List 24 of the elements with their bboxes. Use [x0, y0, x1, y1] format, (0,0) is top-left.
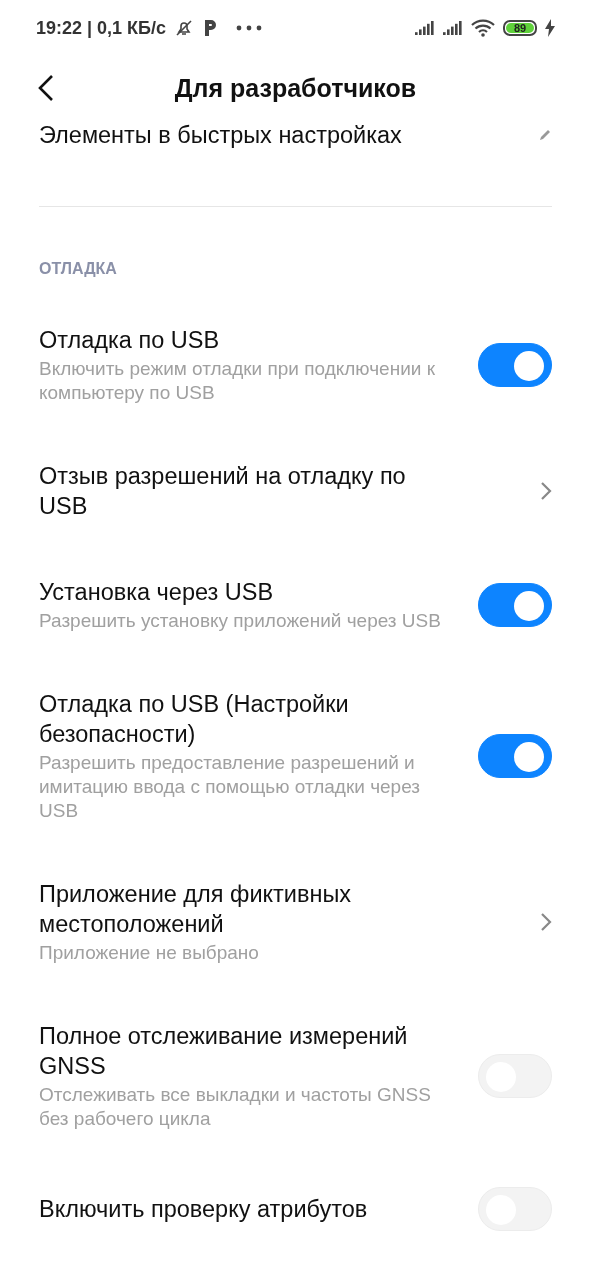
page-title: Для разработчиков — [173, 73, 418, 103]
settings-row[interactable]: Включить проверку атрибутов — [0, 1159, 591, 1259]
chevron-right-icon — [540, 912, 552, 932]
toggle-switch[interactable] — [478, 734, 552, 778]
settings-row[interactable]: Установка через USB Разрешить установку приложений через USB — [0, 549, 591, 661]
app-icon — [202, 18, 219, 38]
chevron-right-icon — [540, 481, 552, 501]
settings-row[interactable]: Приложение для фиктивных местоположений Приложение не выбрано — [0, 851, 591, 993]
toggle-switch[interactable] — [478, 583, 552, 627]
settings-row[interactable]: Элементы в быстрых настройках — [0, 120, 591, 206]
signal-icon — [443, 21, 463, 35]
battery-indicator: 89 — [503, 20, 537, 36]
muted-bell-icon — [174, 18, 195, 38]
section-header: ОТЛАДКА — [39, 259, 118, 279]
settings-row[interactable]: Полное отслеживание измерений GNSS Отслеживать все выкладки и частоты GNSS без рабочего цикла — [0, 993, 591, 1159]
status-time: 19:22 | 0,1 КБ/с — [36, 17, 167, 39]
toggle-switch[interactable] — [478, 343, 552, 387]
more-notifications-icon — [236, 24, 263, 32]
settings-row[interactable]: Отладка по USB (Настройки безопасности) Разрешить предоставление разрешений и имитацию ввода с помощью отладки через USB — [0, 661, 591, 851]
signal-icon — [415, 21, 435, 35]
wifi-icon — [471, 19, 495, 37]
pencil-icon — [538, 128, 552, 142]
settings-row[interactable]: Отладка по USB Включить режим отладки при подключении к компьютеру по USB — [0, 297, 591, 433]
settings-row[interactable]: Отзыв разрешений на отладку по USB — [0, 433, 591, 549]
